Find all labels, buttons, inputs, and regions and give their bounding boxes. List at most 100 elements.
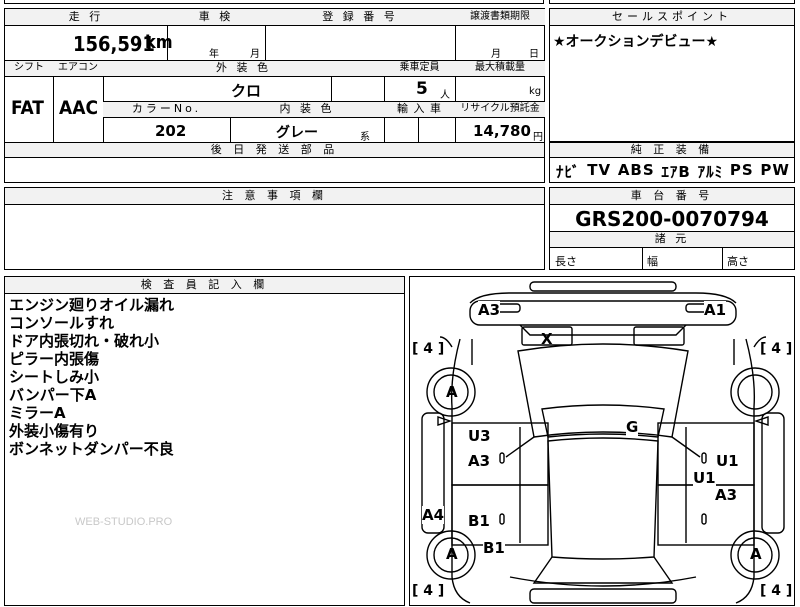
color-no-label: カラーNo. bbox=[103, 102, 231, 118]
height-cell: 高さ bbox=[722, 247, 794, 270]
notes-block: 注 意 事 項 欄 bbox=[4, 187, 545, 270]
damage-label-u3: U3 bbox=[468, 427, 491, 445]
exterior-extra-cell bbox=[331, 77, 385, 102]
equipment-block: 純 正 装 備 ﾅﾋﾞ TV ABS ｴｱB ｱﾙﾐ PS PW bbox=[549, 142, 795, 183]
width-label: 幅 bbox=[647, 255, 658, 268]
notes-label: 注 意 事 項 欄 bbox=[5, 188, 544, 205]
shift-value: FAT bbox=[11, 97, 44, 119]
aircon-cell: AAC bbox=[53, 77, 104, 143]
mileage-value: 156,591 bbox=[73, 32, 155, 56]
car-diagram-block: A3 A1 X G U3 A3 A4 B1 B1 U1 U1 A3 A A A … bbox=[409, 276, 795, 606]
wheel-label-fl: A bbox=[446, 383, 458, 401]
maxload-unit: kg bbox=[529, 86, 542, 97]
damage-label-a3-left: A3 bbox=[468, 452, 491, 470]
equipment-label: 純 正 装 備 bbox=[550, 143, 794, 158]
exterior-value: クロ bbox=[231, 82, 262, 100]
equipment-item: ABS bbox=[617, 161, 655, 179]
inspector-line: ミラーA bbox=[9, 404, 66, 422]
transfer-day-unit: 日 bbox=[529, 49, 539, 60]
inspector-line: ドア内張切れ・破れ小 bbox=[9, 332, 160, 350]
mileage-cell: 156,591 km bbox=[5, 26, 173, 61]
later-parts-block: 後 日 発 送 部 品 bbox=[4, 142, 545, 183]
height-label: 高さ bbox=[727, 255, 749, 268]
interior-label: 内 装 色 bbox=[230, 102, 385, 118]
inspection-label: 車 検 bbox=[167, 9, 266, 26]
capacity-unit: 人 bbox=[440, 90, 450, 101]
width-cell: 幅 bbox=[642, 247, 723, 270]
tire-tread-tl: [ 4 ] bbox=[412, 341, 445, 357]
wheel-label-rl: A bbox=[446, 545, 458, 563]
capacity-cell: 5 人 bbox=[384, 77, 456, 102]
capacity-value: 5 bbox=[416, 79, 428, 99]
inspector-label: 検 査 員 記 入 欄 bbox=[5, 277, 404, 294]
selling-points-block: セールスポイント ★オークションデビュー★ bbox=[549, 8, 795, 142]
equipment-item: PS bbox=[729, 161, 754, 179]
equipment-item: ﾅﾋﾞ bbox=[556, 163, 581, 181]
color-no-value: 202 bbox=[155, 122, 187, 140]
later-parts-label: 後 日 発 送 部 品 bbox=[5, 143, 544, 158]
inspector-line: シートしみ小 bbox=[9, 368, 100, 386]
damage-label-b1-inner: B1 bbox=[468, 512, 490, 530]
selling-points-label: セールスポイント bbox=[550, 9, 794, 26]
aircon-value: AAC bbox=[59, 97, 99, 119]
recycle-label: リサイクル預託金 bbox=[455, 102, 545, 118]
damage-label-a1-top: A1 bbox=[704, 301, 727, 319]
damage-label-b1-outer: B1 bbox=[483, 539, 505, 557]
recycle-cell: 14,780 円 bbox=[455, 118, 545, 143]
inspection-month-unit: 月 bbox=[250, 49, 260, 60]
damage-label-x: X bbox=[541, 330, 553, 348]
damage-label-a3-top: A3 bbox=[478, 301, 501, 319]
inspector-line: ボンネットダンパー不良 bbox=[9, 440, 174, 458]
selling-points-text: ★オークションデビュー★ bbox=[553, 34, 719, 50]
inspector-line: 外装小傷有り bbox=[9, 422, 100, 440]
inspection-cell: 年 月 bbox=[167, 26, 266, 61]
damage-label-u1-right: U1 bbox=[716, 452, 739, 470]
tire-tread-tr: [ 4 ] bbox=[760, 341, 793, 357]
damage-label-u1-inner: U1 bbox=[693, 469, 716, 487]
color-no-cell: 202 bbox=[103, 118, 231, 143]
interior-value: グレー bbox=[276, 125, 318, 141]
interior-cell: グレー 系 bbox=[230, 118, 385, 143]
tire-tread-bl: [ 4 ] bbox=[412, 583, 445, 599]
import-label: 輸 入 車 bbox=[384, 102, 456, 118]
inspector-line: バンパー下A bbox=[9, 386, 97, 404]
damage-label-a4: A4 bbox=[422, 506, 445, 524]
mileage-label: 走 行 bbox=[5, 9, 168, 26]
length-label: 長さ bbox=[555, 255, 577, 268]
recycle-unit: 円 bbox=[533, 132, 543, 143]
equipment-item: ｱﾙﾐ bbox=[697, 163, 724, 181]
capacity-label: 乗車定員 bbox=[384, 61, 456, 77]
damage-label-a3-right: A3 bbox=[715, 486, 738, 504]
import-cell bbox=[384, 118, 419, 143]
top-cut-strip bbox=[4, 0, 544, 4]
equipment-item: PW bbox=[760, 161, 790, 179]
inspector-block: 検 査 員 記 入 欄 エンジン廻りオイル漏れ コンソールすれ ドア内張切れ・破… bbox=[4, 276, 405, 606]
wheel-label-rr: A bbox=[750, 545, 762, 563]
top-cut-strip-right bbox=[549, 0, 795, 4]
watermark: WEB-STUDIO.PRO bbox=[75, 516, 173, 528]
equipment-list: ﾅﾋﾞ TV ABS ｴｱB ｱﾙﾐ PS PW bbox=[556, 161, 790, 182]
chassis-block: 車 台 番 号 GRS200-0070794 諸 元 長さ 幅 高さ bbox=[549, 187, 795, 270]
shift-label: シフト bbox=[5, 61, 54, 77]
equipment-item: ｴｱB bbox=[661, 163, 691, 181]
length-cell: 長さ bbox=[550, 247, 643, 270]
transfer-label: 譲渡書類期限 bbox=[455, 9, 545, 26]
chassis-value: GRS200-0070794 bbox=[575, 207, 769, 231]
damage-label-g: G bbox=[626, 418, 639, 436]
inspection-year-unit: 年 bbox=[209, 49, 219, 60]
interior-suffix: 系 bbox=[360, 132, 370, 143]
inspector-lines: エンジン廻りオイル漏れ コンソールすれ ドア内張切れ・破れ小 ピラー内張傷 シー… bbox=[9, 296, 174, 458]
maxload-cell: kg bbox=[455, 77, 545, 102]
inspector-line: エンジン廻りオイル漏れ bbox=[9, 296, 175, 314]
aircon-label: エアコン bbox=[53, 61, 104, 77]
tire-tread-br: [ 4 ] bbox=[760, 583, 793, 599]
exterior-label: 外 装 色 bbox=[103, 61, 385, 77]
equipment-item: TV bbox=[587, 161, 612, 179]
transfer-month-unit: 月 bbox=[491, 49, 501, 60]
registration-cell bbox=[265, 26, 456, 61]
exterior-cell: クロ bbox=[103, 77, 332, 102]
inspector-line: コンソールすれ bbox=[9, 314, 115, 332]
chassis-label: 車 台 番 号 bbox=[550, 188, 794, 205]
recycle-value: 14,780 bbox=[473, 122, 531, 140]
inspector-line: ピラー内張傷 bbox=[9, 350, 100, 368]
